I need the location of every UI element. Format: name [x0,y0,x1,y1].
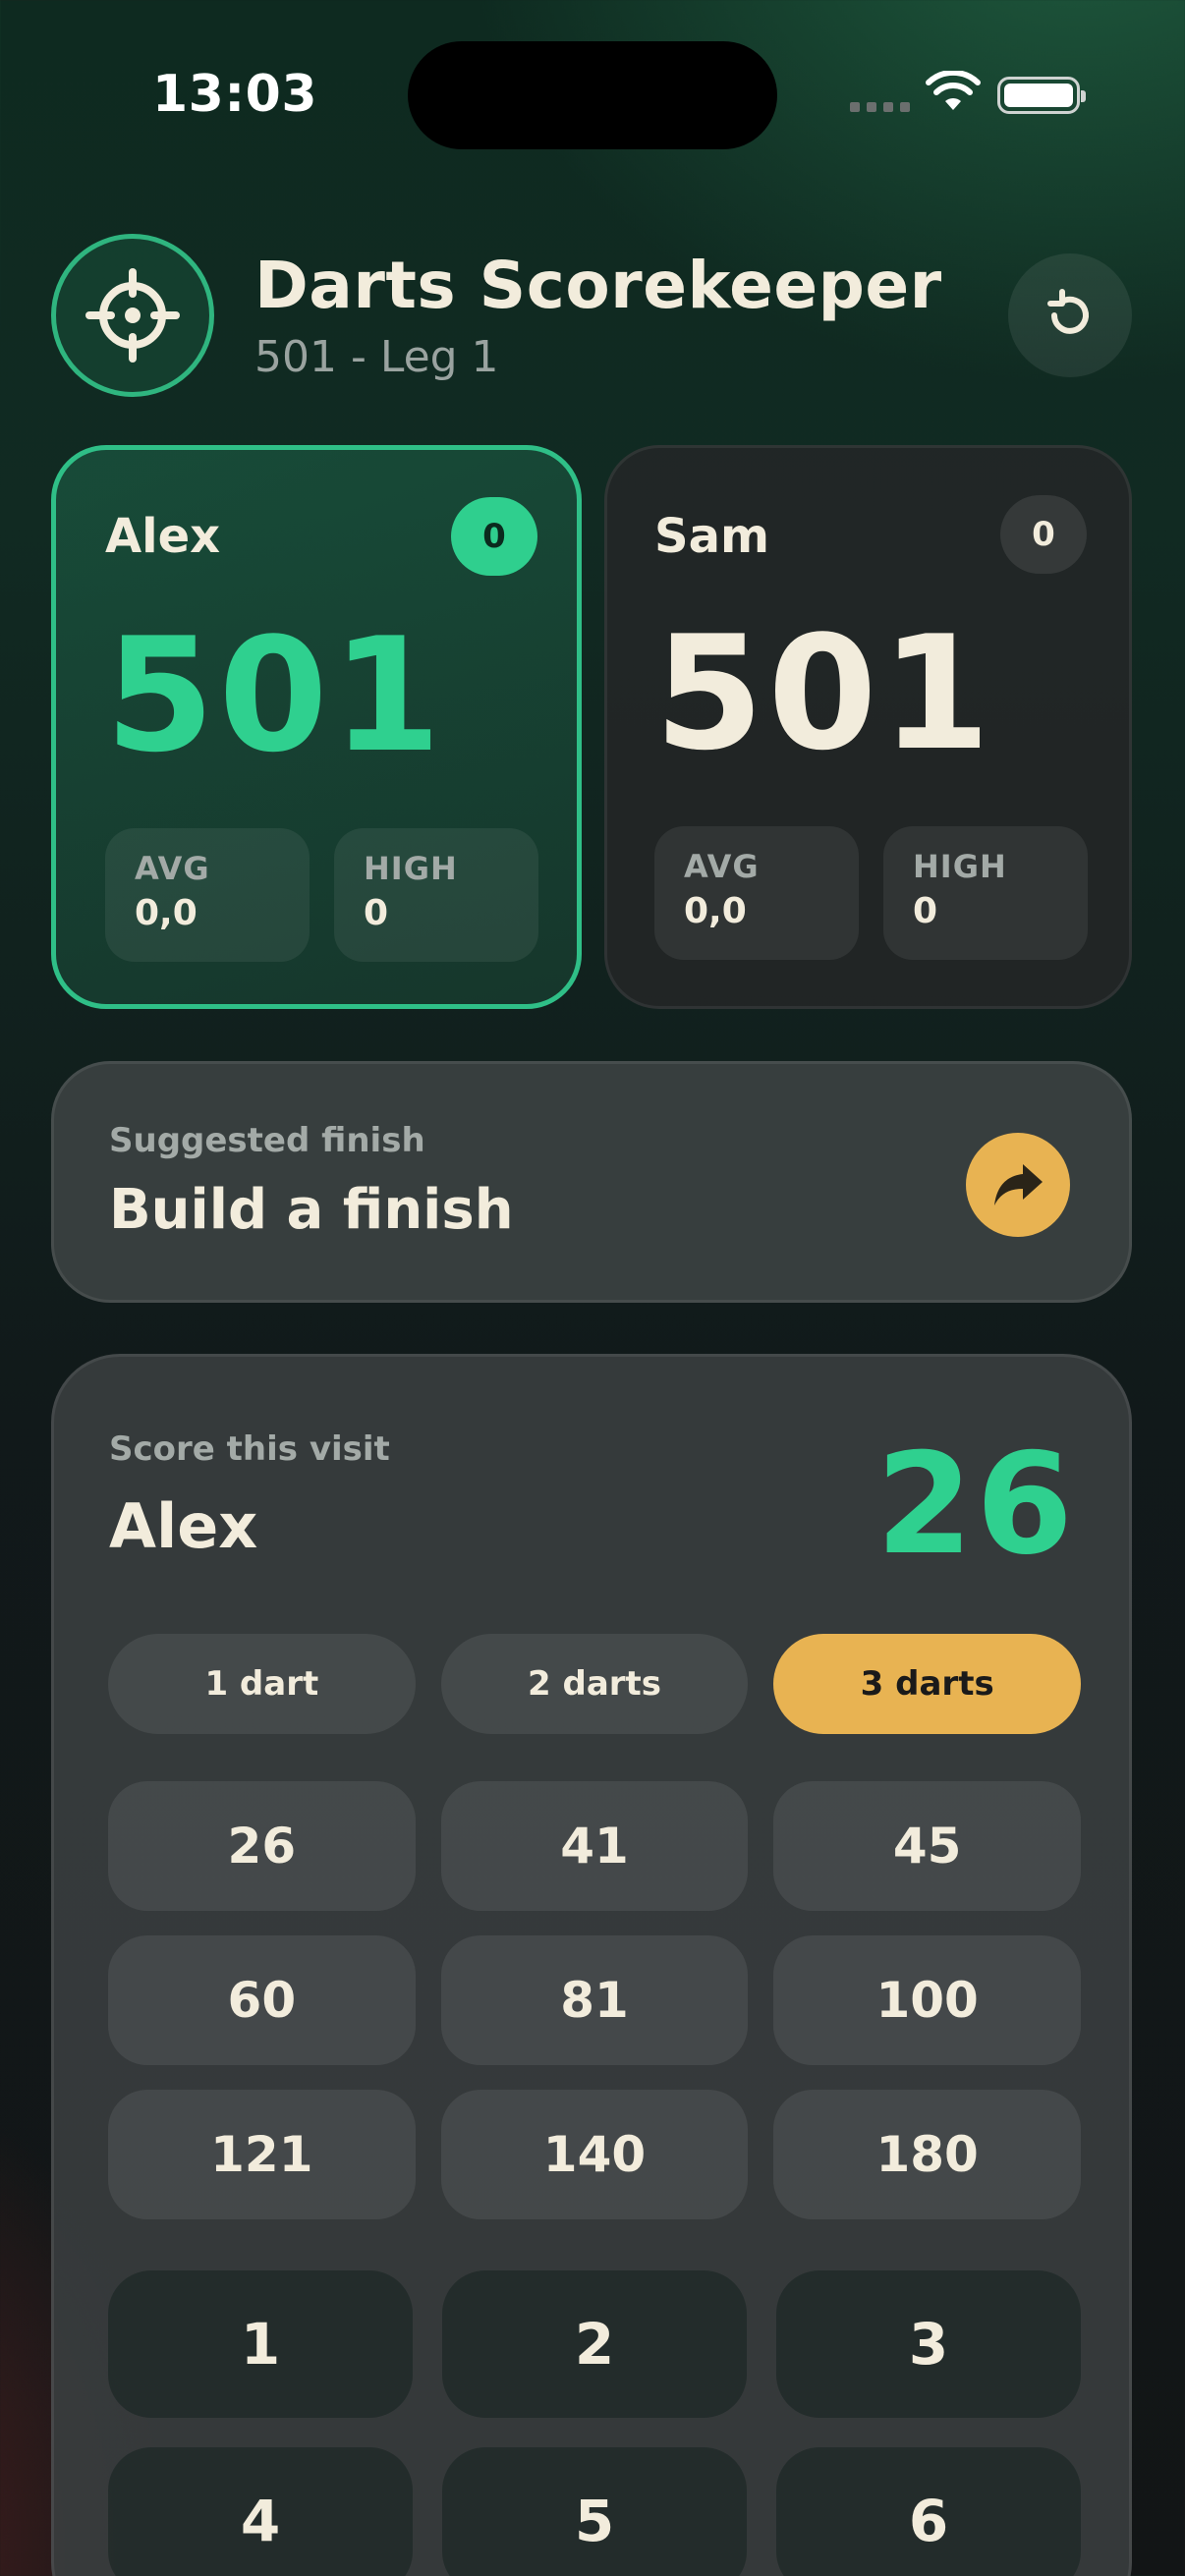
dart-option-1[interactable]: 1 dart [108,1634,416,1734]
finish-action-button[interactable] [966,1133,1070,1237]
quick-score-button[interactable]: 100 [773,1935,1081,2065]
avg-value: 0,0 [684,891,747,931]
avg-label: AVG [684,848,760,885]
number-keypad: 1 2 3 4 5 6 [108,2270,1081,2576]
keypad-key[interactable]: 4 [108,2447,413,2576]
quick-score-button[interactable]: 121 [108,2090,416,2219]
high-stat: HIGH 0 [883,826,1088,960]
quick-score-button[interactable]: 81 [440,1935,749,2065]
suggested-finish-label: Suggested finish [109,1121,425,1160]
quick-score-button[interactable]: 41 [440,1781,749,1911]
legs-won-badge: 0 [1000,495,1087,574]
app-title: Darts Scorekeeper [254,248,942,323]
high-value: 0 [364,893,389,933]
battery-icon [997,77,1086,114]
quick-score-grid: 26 41 45 60 81 100 121 140 180 [108,1781,1081,2219]
keypad-key[interactable]: 5 [442,2447,747,2576]
suggested-finish-text: Build a finish [109,1178,514,1242]
dynamic-island [408,41,777,149]
visit-score-display: 26 [875,1424,1076,1586]
wifi-icon [926,71,981,110]
dart-option-2[interactable]: 2 darts [440,1634,749,1734]
keypad-key[interactable]: 3 [776,2270,1081,2418]
score-entry-panel: Score this visit Alex 26 1 dart 2 darts … [51,1354,1132,2576]
avg-stat: AVG 0,0 [105,828,310,962]
status-time: 13:03 [152,65,318,124]
high-label: HIGH [913,848,1007,885]
quick-score-button[interactable]: 180 [773,2090,1081,2219]
rotate-ccw-icon [1047,289,1089,334]
keypad-key[interactable]: 2 [442,2270,747,2418]
legs-won-badge: 0 [451,497,537,576]
avg-value: 0,0 [135,893,198,933]
quick-score-button[interactable]: 26 [108,1781,416,1911]
player-card-alex[interactable]: Alex 0 501 AVG 0,0 HIGH 0 [51,445,582,1009]
keypad-key[interactable]: 1 [108,2270,413,2418]
header: Darts Scorekeeper 501 - Leg 1 [51,234,1132,397]
keypad-key[interactable]: 6 [776,2447,1081,2576]
darts-count-selector: 1 dart 2 darts 3 darts [108,1634,1082,1734]
suggested-finish-card: Suggested finish Build a finish [51,1061,1132,1303]
game-subtitle: 501 - Leg 1 [254,332,499,382]
signal-icon [850,102,910,112]
quick-score-button[interactable]: 45 [773,1781,1081,1911]
player-card-sam[interactable]: Sam 0 501 AVG 0,0 HIGH 0 [604,445,1132,1009]
share-arrow-icon [994,1164,1043,1205]
player-name: Alex [105,509,221,564]
player-remaining-score: 501 [105,603,445,787]
high-stat: HIGH 0 [334,828,538,962]
reset-button[interactable] [1008,253,1132,377]
quick-score-button[interactable]: 60 [108,1935,416,2065]
crosshair-icon [51,234,214,397]
high-value: 0 [913,891,938,931]
quick-score-button[interactable]: 140 [440,2090,749,2219]
visit-label: Score this visit [109,1429,390,1469]
player-name: Sam [654,509,769,564]
visit-player-name: Alex [109,1490,258,1562]
high-label: HIGH [364,850,458,887]
player-remaining-score: 501 [654,601,994,785]
status-bar: 13:03 [0,0,1185,196]
avg-stat: AVG 0,0 [654,826,859,960]
dart-option-3[interactable]: 3 darts [773,1634,1082,1734]
avg-label: AVG [135,850,210,887]
